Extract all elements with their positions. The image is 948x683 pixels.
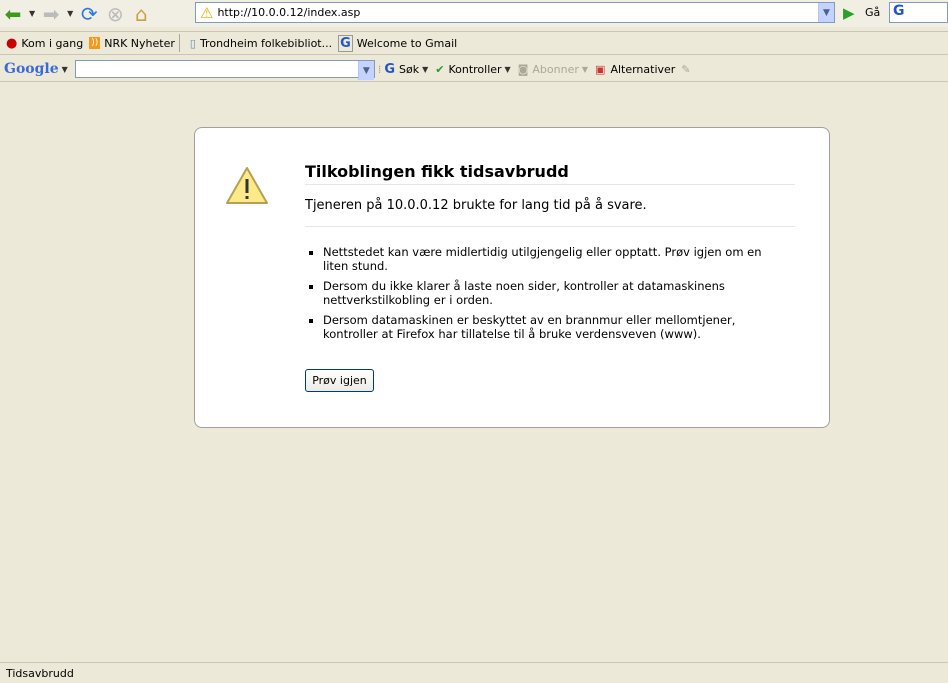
go-button[interactable]: Gå	[865, 6, 880, 19]
google-search-input[interactable]: ▼	[74, 60, 375, 80]
stop-icon[interactable]: ⊗	[102, 2, 128, 26]
bookmark-gmail[interactable]: G Welcome to Gmail	[338, 34, 457, 52]
url-bar[interactable]: ⚠ http://10.0.0.12/index.asp ▼	[195, 2, 835, 23]
search-dropdown-icon[interactable]: ▼	[357, 61, 374, 80]
options-button[interactable]: Alternativer	[610, 63, 675, 76]
forward-icon[interactable]: ➡	[38, 2, 64, 26]
spellcheck-icon: ✔	[435, 62, 445, 76]
options-icon: ▣	[595, 62, 606, 76]
bookmark-kom-i-gang[interactable]: ● Kom i gang	[6, 36, 83, 51]
home-icon[interactable]: ⌂	[128, 2, 154, 26]
google-toolbar: Google ▼ ▼ ⁞ G Søk ▼ ✔ Kontroller ▼ ◙ Abonn…	[0, 57, 948, 82]
separator	[178, 34, 180, 52]
google-search-icon: G	[384, 61, 395, 77]
warning-icon: ⚠	[200, 3, 214, 22]
suggestion-list: Nettstedet kan være midlertidig utilgjen…	[323, 245, 763, 347]
list-item: Dersom du ikke klarer å laste noen sider…	[323, 279, 763, 307]
rss-icon: ))	[89, 37, 101, 49]
page-icon: ▯	[189, 36, 196, 50]
retry-button[interactable]: Prøv igjen	[305, 369, 374, 392]
resize-handle[interactable]: ⁞	[378, 63, 382, 76]
check-button[interactable]: Kontroller	[448, 63, 501, 76]
bookmarks-toolbar: ● Kom i gang )) NRK Nyheter ▯ Trondheim fol…	[0, 31, 948, 55]
highlighter-icon[interactable]: ✎	[681, 63, 690, 76]
error-title: Tilkoblingen fikk tidsavbrudd	[305, 162, 795, 185]
list-item: Nettstedet kan være midlertidig utilgjen…	[323, 245, 763, 273]
firefox-icon: ●	[6, 35, 18, 51]
bookmark-nrk[interactable]: )) NRK Nyheter	[89, 37, 175, 50]
search-engine-icon[interactable]: G	[889, 2, 948, 23]
list-item: Dersom datamaskinen er beskyttet av en b…	[323, 313, 763, 341]
subscribe-button[interactable]: Abonner	[532, 63, 578, 76]
google-logo[interactable]: Google	[4, 61, 59, 77]
navigation-toolbar: ⬅ ▼ ➡ ▼ ⟳ ⊗ ⌂ ⚠ http://10.0.0.12/index.asp…	[0, 0, 948, 27]
subscribe-icon: ◙	[517, 62, 529, 76]
go-icon[interactable]: ▶	[843, 4, 855, 22]
warning-icon	[226, 167, 268, 204]
status-bar: Tidsavbrudd	[0, 662, 948, 683]
reload-icon[interactable]: ⟳	[76, 2, 102, 26]
error-description: Tjeneren på 10.0.0.12 brukte for lang ti…	[305, 198, 795, 227]
forward-dropdown-icon[interactable]: ▼	[67, 9, 73, 18]
url-dropdown-icon[interactable]: ▼	[818, 3, 834, 22]
search-button[interactable]: Søk	[399, 63, 419, 76]
back-icon[interactable]: ⬅	[0, 2, 26, 26]
back-dropdown-icon[interactable]: ▼	[29, 9, 35, 18]
error-page: Tilkoblingen fikk tidsavbrudd Tjeneren p…	[194, 127, 830, 428]
google-icon: G	[338, 34, 353, 52]
url-text[interactable]: http://10.0.0.12/index.asp	[217, 6, 818, 19]
subscribe-dropdown[interactable]: ▼	[582, 65, 588, 74]
bookmark-trondheim[interactable]: ▯ Trondheim folkebibliot...	[190, 37, 332, 50]
google-menu-icon[interactable]: ▼	[62, 65, 68, 74]
search-dropdown[interactable]: ▼	[422, 65, 428, 74]
check-dropdown[interactable]: ▼	[505, 65, 511, 74]
